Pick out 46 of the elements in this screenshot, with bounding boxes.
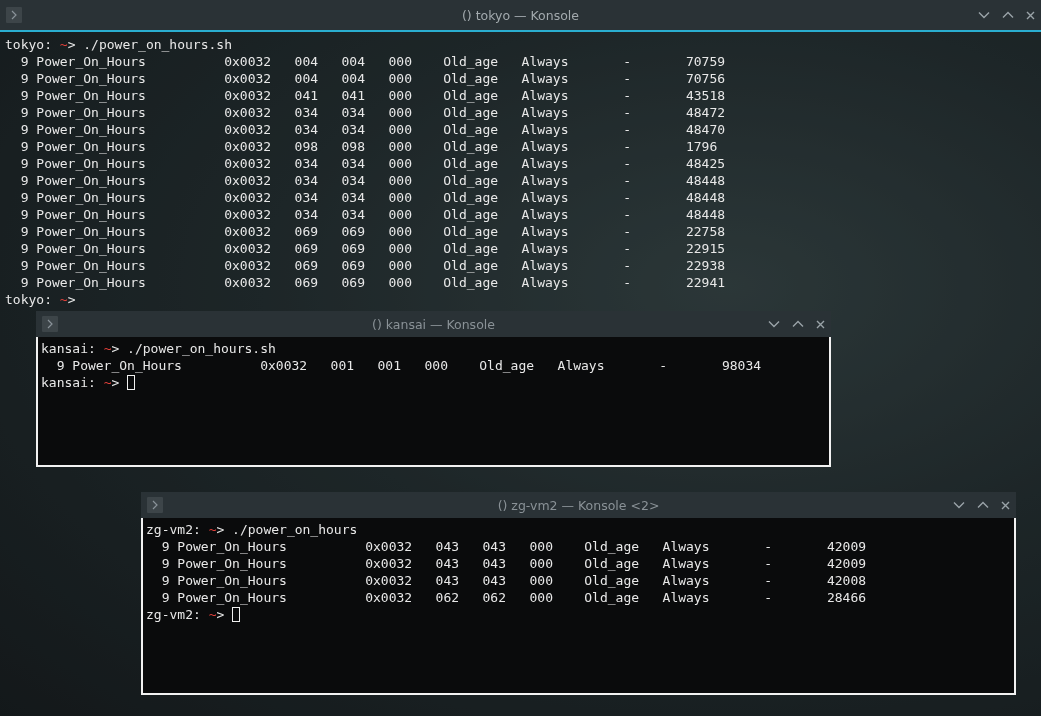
shell-prompt: tokyo: ~>	[5, 291, 76, 308]
window-title: () tokyo — Konsole	[462, 7, 579, 23]
maximize-icon[interactable]	[977, 501, 989, 509]
close-icon[interactable]	[816, 319, 825, 329]
window-menu-button[interactable]	[6, 7, 22, 23]
command-text: ./power_on_hours.sh	[126, 340, 276, 357]
output-line: 9 Power_On_Hours 0x0032 041 041 000 Old_age Always - 43518	[19, 87, 727, 104]
window-title: () zg-vm2 — Konsole <2>	[497, 497, 660, 513]
output-line: 9 Power_On_Hours 0x0032 043 043 000 Old_age Always - 42009	[160, 555, 868, 572]
output-line: 9 Power_On_Hours 0x0032 069 069 000 Old_age Always - 22758	[19, 223, 727, 240]
output-line: 9 Power_On_Hours 0x0032 034 034 000 Old_age Always - 48448	[19, 206, 727, 223]
minimize-icon[interactable]	[953, 501, 965, 509]
shell-prompt: tokyo: ~>	[5, 36, 76, 53]
window-title: () kansai — Konsole	[372, 316, 495, 332]
shell-prompt: zg-vm2: ~>	[146, 521, 225, 538]
shell-prompt: kansai: ~>	[41, 340, 120, 357]
output-line: 9 Power_On_Hours 0x0032 034 034 000 Old_age Always - 48448	[19, 189, 727, 206]
shell-prompt: kansai: ~>	[41, 374, 120, 391]
output-line: 9 Power_On_Hours 0x0032 043 043 000 Old_age Always - 42008	[160, 572, 868, 589]
output-line: 9 Power_On_Hours 0x0032 069 069 000 Old_age Always - 22915	[19, 240, 727, 257]
close-icon[interactable]	[1026, 10, 1035, 20]
window-menu-button[interactable]	[42, 316, 58, 332]
output-line: 9 Power_On_Hours 0x0032 062 062 000 Old_age Always - 28466	[160, 589, 868, 606]
command-text: ./power_on_hours.sh	[82, 36, 232, 53]
close-icon[interactable]	[1001, 500, 1010, 510]
window-menu-button[interactable]	[147, 497, 163, 513]
output-line: 9 Power_On_Hours 0x0032 034 034 000 Old_age Always - 48470	[19, 121, 727, 138]
chevron-icon	[10, 10, 18, 20]
minimize-icon[interactable]	[978, 11, 990, 19]
maximize-icon[interactable]	[1002, 11, 1014, 19]
output-line: 9 Power_On_Hours 0x0032 034 034 000 Old_age Always - 48472	[19, 104, 727, 121]
output-line: 9 Power_On_Hours 0x0032 004 004 000 Old_age Always - 70756	[19, 70, 727, 87]
chevron-icon	[151, 500, 159, 510]
chevron-icon	[46, 319, 54, 329]
output-line: 9 Power_On_Hours 0x0032 034 034 000 Old_age Always - 48425	[19, 155, 727, 172]
command-text: ./power_on_hours	[231, 521, 358, 538]
output-line: 9 Power_On_Hours 0x0032 043 043 000 Old_age Always - 42009	[160, 538, 868, 555]
output-line: 9 Power_On_Hours 0x0032 098 098 000 Old_age Always - 1796	[19, 138, 719, 155]
output-line: 9 Power_On_Hours 0x0032 034 034 000 Old_age Always - 48448	[19, 172, 727, 189]
shell-prompt: zg-vm2: ~>	[146, 606, 225, 623]
output-line: 9 Power_On_Hours 0x0032 001 001 000 Old_age Always - 98034	[55, 357, 763, 374]
output-line: 9 Power_On_Hours 0x0032 004 004 000 Old_age Always - 70759	[19, 53, 727, 70]
minimize-icon[interactable]	[768, 320, 780, 328]
output-line: 9 Power_On_Hours 0x0032 069 069 000 Old_age Always - 22938	[19, 257, 727, 274]
output-line: 9 Power_On_Hours 0x0032 069 069 000 Old_age Always - 22941	[19, 274, 727, 291]
maximize-icon[interactable]	[792, 320, 804, 328]
